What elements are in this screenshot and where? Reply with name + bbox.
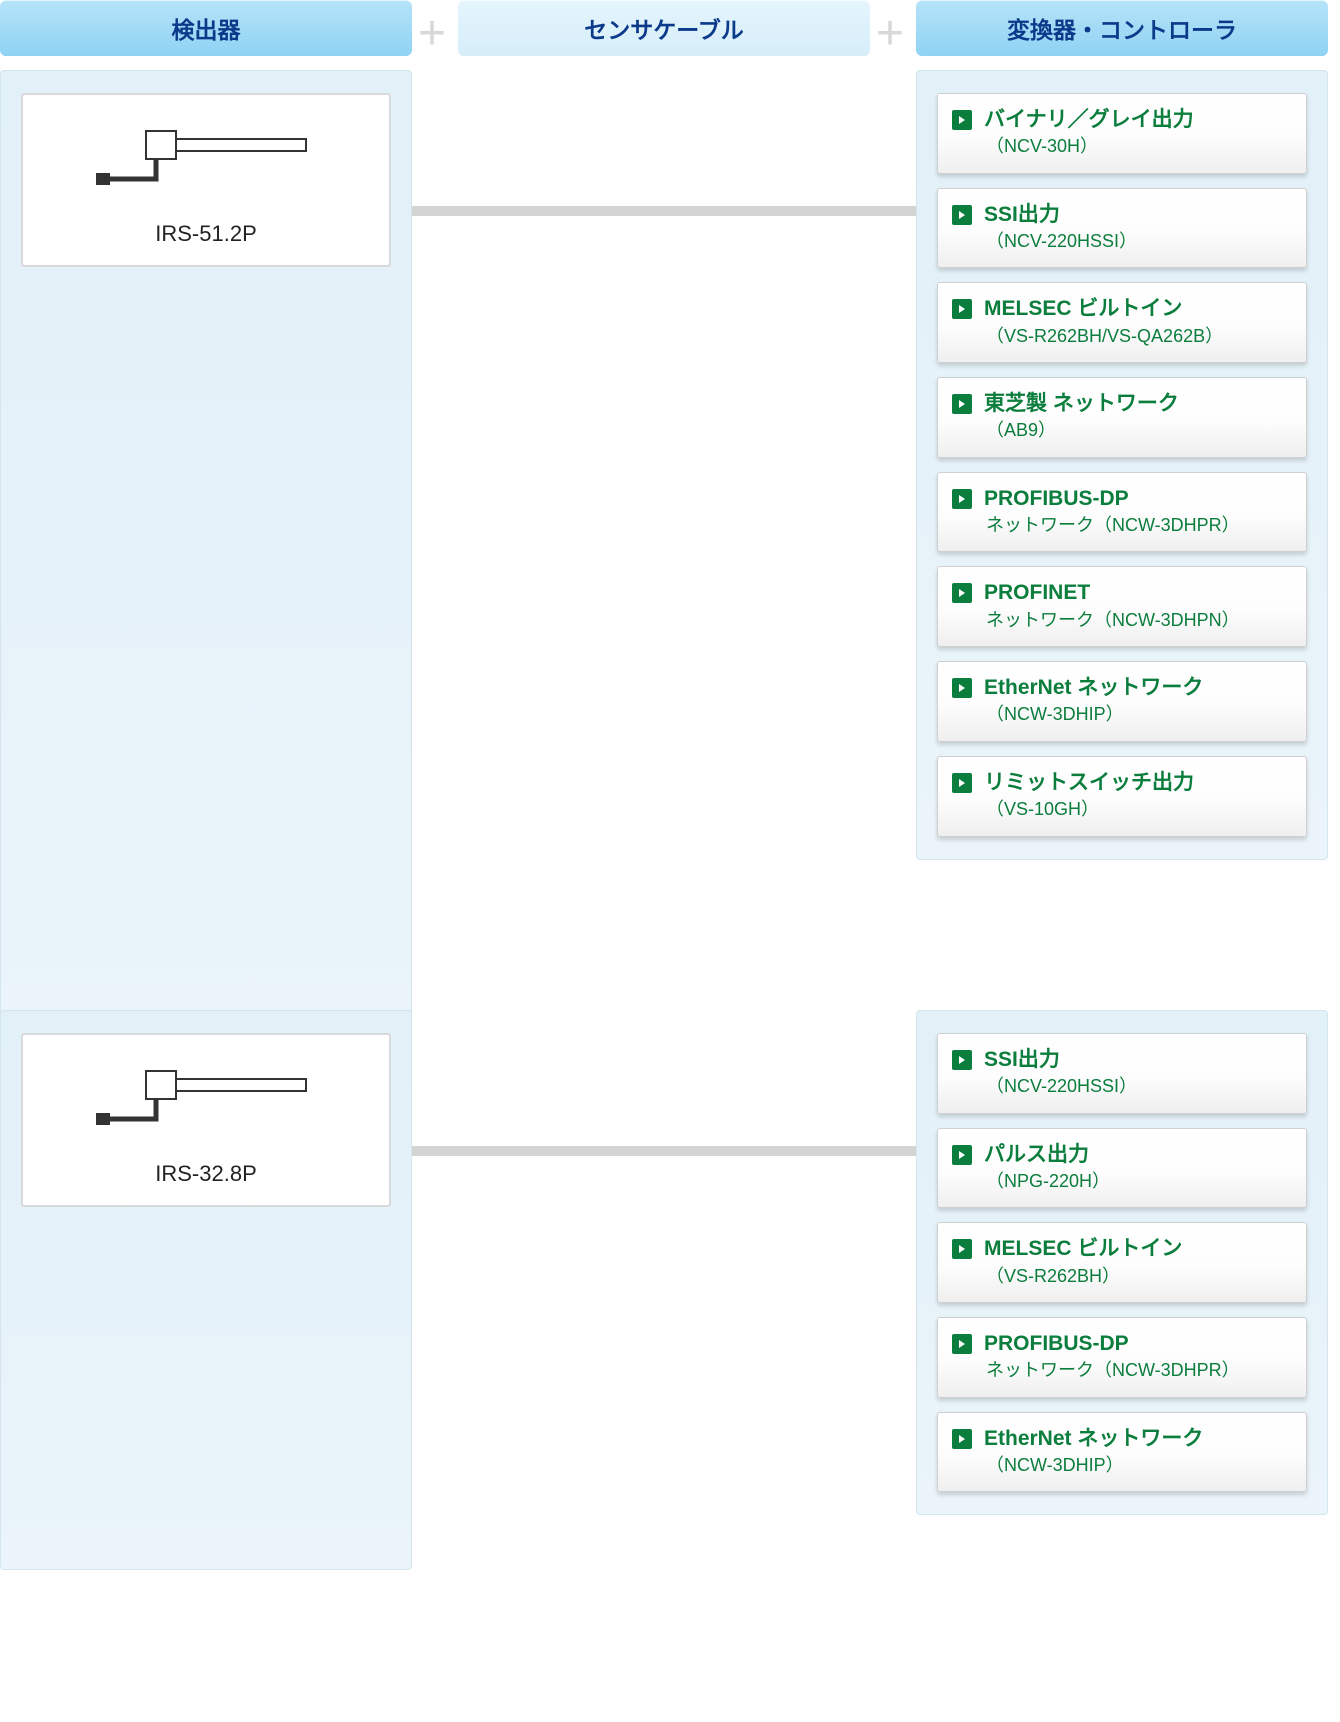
converter-item[interactable]: SSI出力（NCV-220HSSI） [937,188,1307,269]
arrow-right-icon [952,1239,972,1259]
arrow-right-icon [952,489,972,509]
converter-subtitle: （NCV-220HSSI） [984,230,1290,253]
converter-subtitle: （VS-R262BH/VS-QA262B） [984,325,1290,348]
converter-title: SSI出力 [984,201,1290,228]
detector-column: 検出器 IRS-51.2P [0,0,412,980]
detector-label: IRS-51.2P [33,221,379,247]
converter-item[interactable]: PROFIBUS-DPネットワーク（NCW-3DHPR） [937,1317,1307,1398]
converter-item[interactable]: リミットスイッチ出力（VS-10GH） [937,756,1307,837]
arrow-right-icon [952,1429,972,1449]
detector-card[interactable]: IRS-51.2P [21,93,391,267]
arrow-right-icon [952,1145,972,1165]
converter-item[interactable]: MELSEC ビルトイン （VS-R262BH） [937,1222,1307,1303]
converter-title: MELSEC ビルトイン [984,295,1290,322]
group-row: IRS-32.8P SSI出力（NCV-220HSSI） パルス出力（NPG-22… [0,1010,1340,1570]
arrow-right-icon [952,110,972,130]
converter-subtitle: ネットワーク（NCW-3DHPR） [984,1359,1290,1382]
cable-column: センサケーブル [458,0,870,56]
converter-item[interactable]: 東芝製 ネットワーク（AB9） [937,377,1307,458]
converter-subtitle: （NCW-3DHIP） [984,1454,1290,1477]
converter-item[interactable]: PROFIBUS-DPネットワーク（NCW-3DHPR） [937,472,1307,553]
detector-card[interactable]: IRS-32.8P [21,1033,391,1207]
arrow-right-icon [952,205,972,225]
converter-item[interactable]: パルス出力（NPG-220H） [937,1128,1307,1209]
converter-title: パルス出力 [984,1141,1290,1168]
detector-panel: IRS-32.8P [0,1010,412,1570]
converter-item[interactable]: MELSEC ビルトイン （VS-R262BH/VS-QA262B） [937,282,1307,363]
converter-item[interactable]: PROFINET ネットワーク（NCW-3DHPN） [937,566,1307,647]
converter-title: PROFIBUS-DP [984,1330,1290,1357]
arrow-right-icon [952,773,972,793]
connector-line [400,1146,930,1156]
detector-column: IRS-32.8P [0,1010,412,1570]
converter-subtitle: （NCV-30H） [984,135,1290,158]
arrow-right-icon [952,394,972,414]
converter-item[interactable]: EtherNet ネットワーク（NCW-3DHIP） [937,1412,1307,1493]
converter-subtitle: ネットワーク（NCW-3DHPN） [984,609,1290,632]
converter-column: SSI出力（NCV-220HSSI） パルス出力（NPG-220H） MELSEC … [916,1010,1328,1515]
converter-subtitle: （NCV-220HSSI） [984,1075,1290,1098]
converter-subtitle: ネットワーク（NCW-3DHPR） [984,514,1290,537]
converter-subtitle: （VS-R262BH） [984,1265,1290,1288]
connector-line [400,206,930,216]
converter-title: EtherNet ネットワーク [984,674,1290,701]
header-cable: センサケーブル [458,0,870,56]
arrow-right-icon [952,1050,972,1070]
converter-panel: バイナリ／グレイ出力（NCV-30H） SSI出力（NCV-220HSSI） MEL… [916,70,1328,860]
converter-column: 変換器・コントローラ バイナリ／グレイ出力（NCV-30H）SSI出力（NCV-… [916,0,1328,860]
converter-item[interactable]: EtherNet ネットワーク（NCW-3DHIP） [937,661,1307,742]
converter-title: バイナリ／グレイ出力 [984,106,1290,133]
header-converter: 変換器・コントローラ [916,0,1328,56]
sensor-icon [33,121,379,191]
converter-item[interactable]: バイナリ／グレイ出力（NCV-30H） [937,93,1307,174]
converter-subtitle: （NPG-220H） [984,1170,1290,1193]
converter-title: リミットスイッチ出力 [984,769,1290,796]
plus-icon: + [418,10,446,58]
converter-title: SSI出力 [984,1046,1290,1073]
arrow-right-icon [952,678,972,698]
group-row: + + 検出器 IRS-51.2P センサケーブル 変換 [0,0,1340,980]
converter-title: EtherNet ネットワーク [984,1425,1290,1452]
converter-panel: SSI出力（NCV-220HSSI） パルス出力（NPG-220H） MELSEC … [916,1010,1328,1515]
detector-panel: IRS-51.2P [0,70,412,1050]
arrow-right-icon [952,299,972,319]
plus-icon: + [876,10,904,58]
detector-label: IRS-32.8P [33,1161,379,1187]
converter-title: PROFIBUS-DP [984,485,1290,512]
converter-subtitle: （AB9） [984,419,1290,442]
converter-subtitle: （NCW-3DHIP） [984,703,1290,726]
converter-item[interactable]: SSI出力（NCV-220HSSI） [937,1033,1307,1114]
header-detector: 検出器 [0,0,412,56]
converter-subtitle: （VS-10GH） [984,798,1290,821]
converter-title: MELSEC ビルトイン [984,1235,1290,1262]
converter-title: PROFINET [984,579,1290,606]
converter-title: 東芝製 ネットワーク [984,390,1290,417]
arrow-right-icon [952,1334,972,1354]
arrow-right-icon [952,583,972,603]
sensor-icon [33,1061,379,1131]
